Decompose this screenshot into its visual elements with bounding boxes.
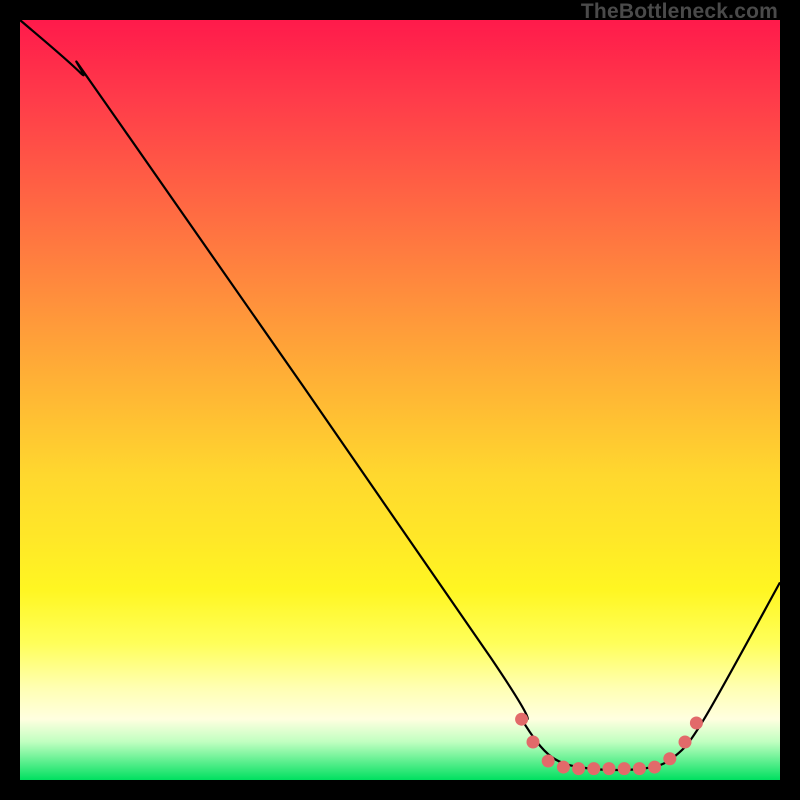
curve-marker [587,762,600,775]
watermark-text: TheBottleneck.com [581,0,778,24]
chart-svg [20,20,780,780]
chart-background-gradient [20,20,780,780]
marker-group [515,713,703,775]
curve-marker [527,736,540,749]
curve-marker [648,761,661,774]
curve-line [20,20,780,770]
curve-marker [603,762,616,775]
curve-marker [618,762,631,775]
chart-frame: TheBottleneck.com [0,0,800,800]
curve-marker [557,761,570,774]
curve-marker [515,713,528,726]
curve-marker [572,762,585,775]
curve-marker [679,736,692,749]
curve-marker [633,762,646,775]
curve-marker [542,755,555,768]
curve-marker [663,752,676,765]
curve-marker [690,717,703,730]
